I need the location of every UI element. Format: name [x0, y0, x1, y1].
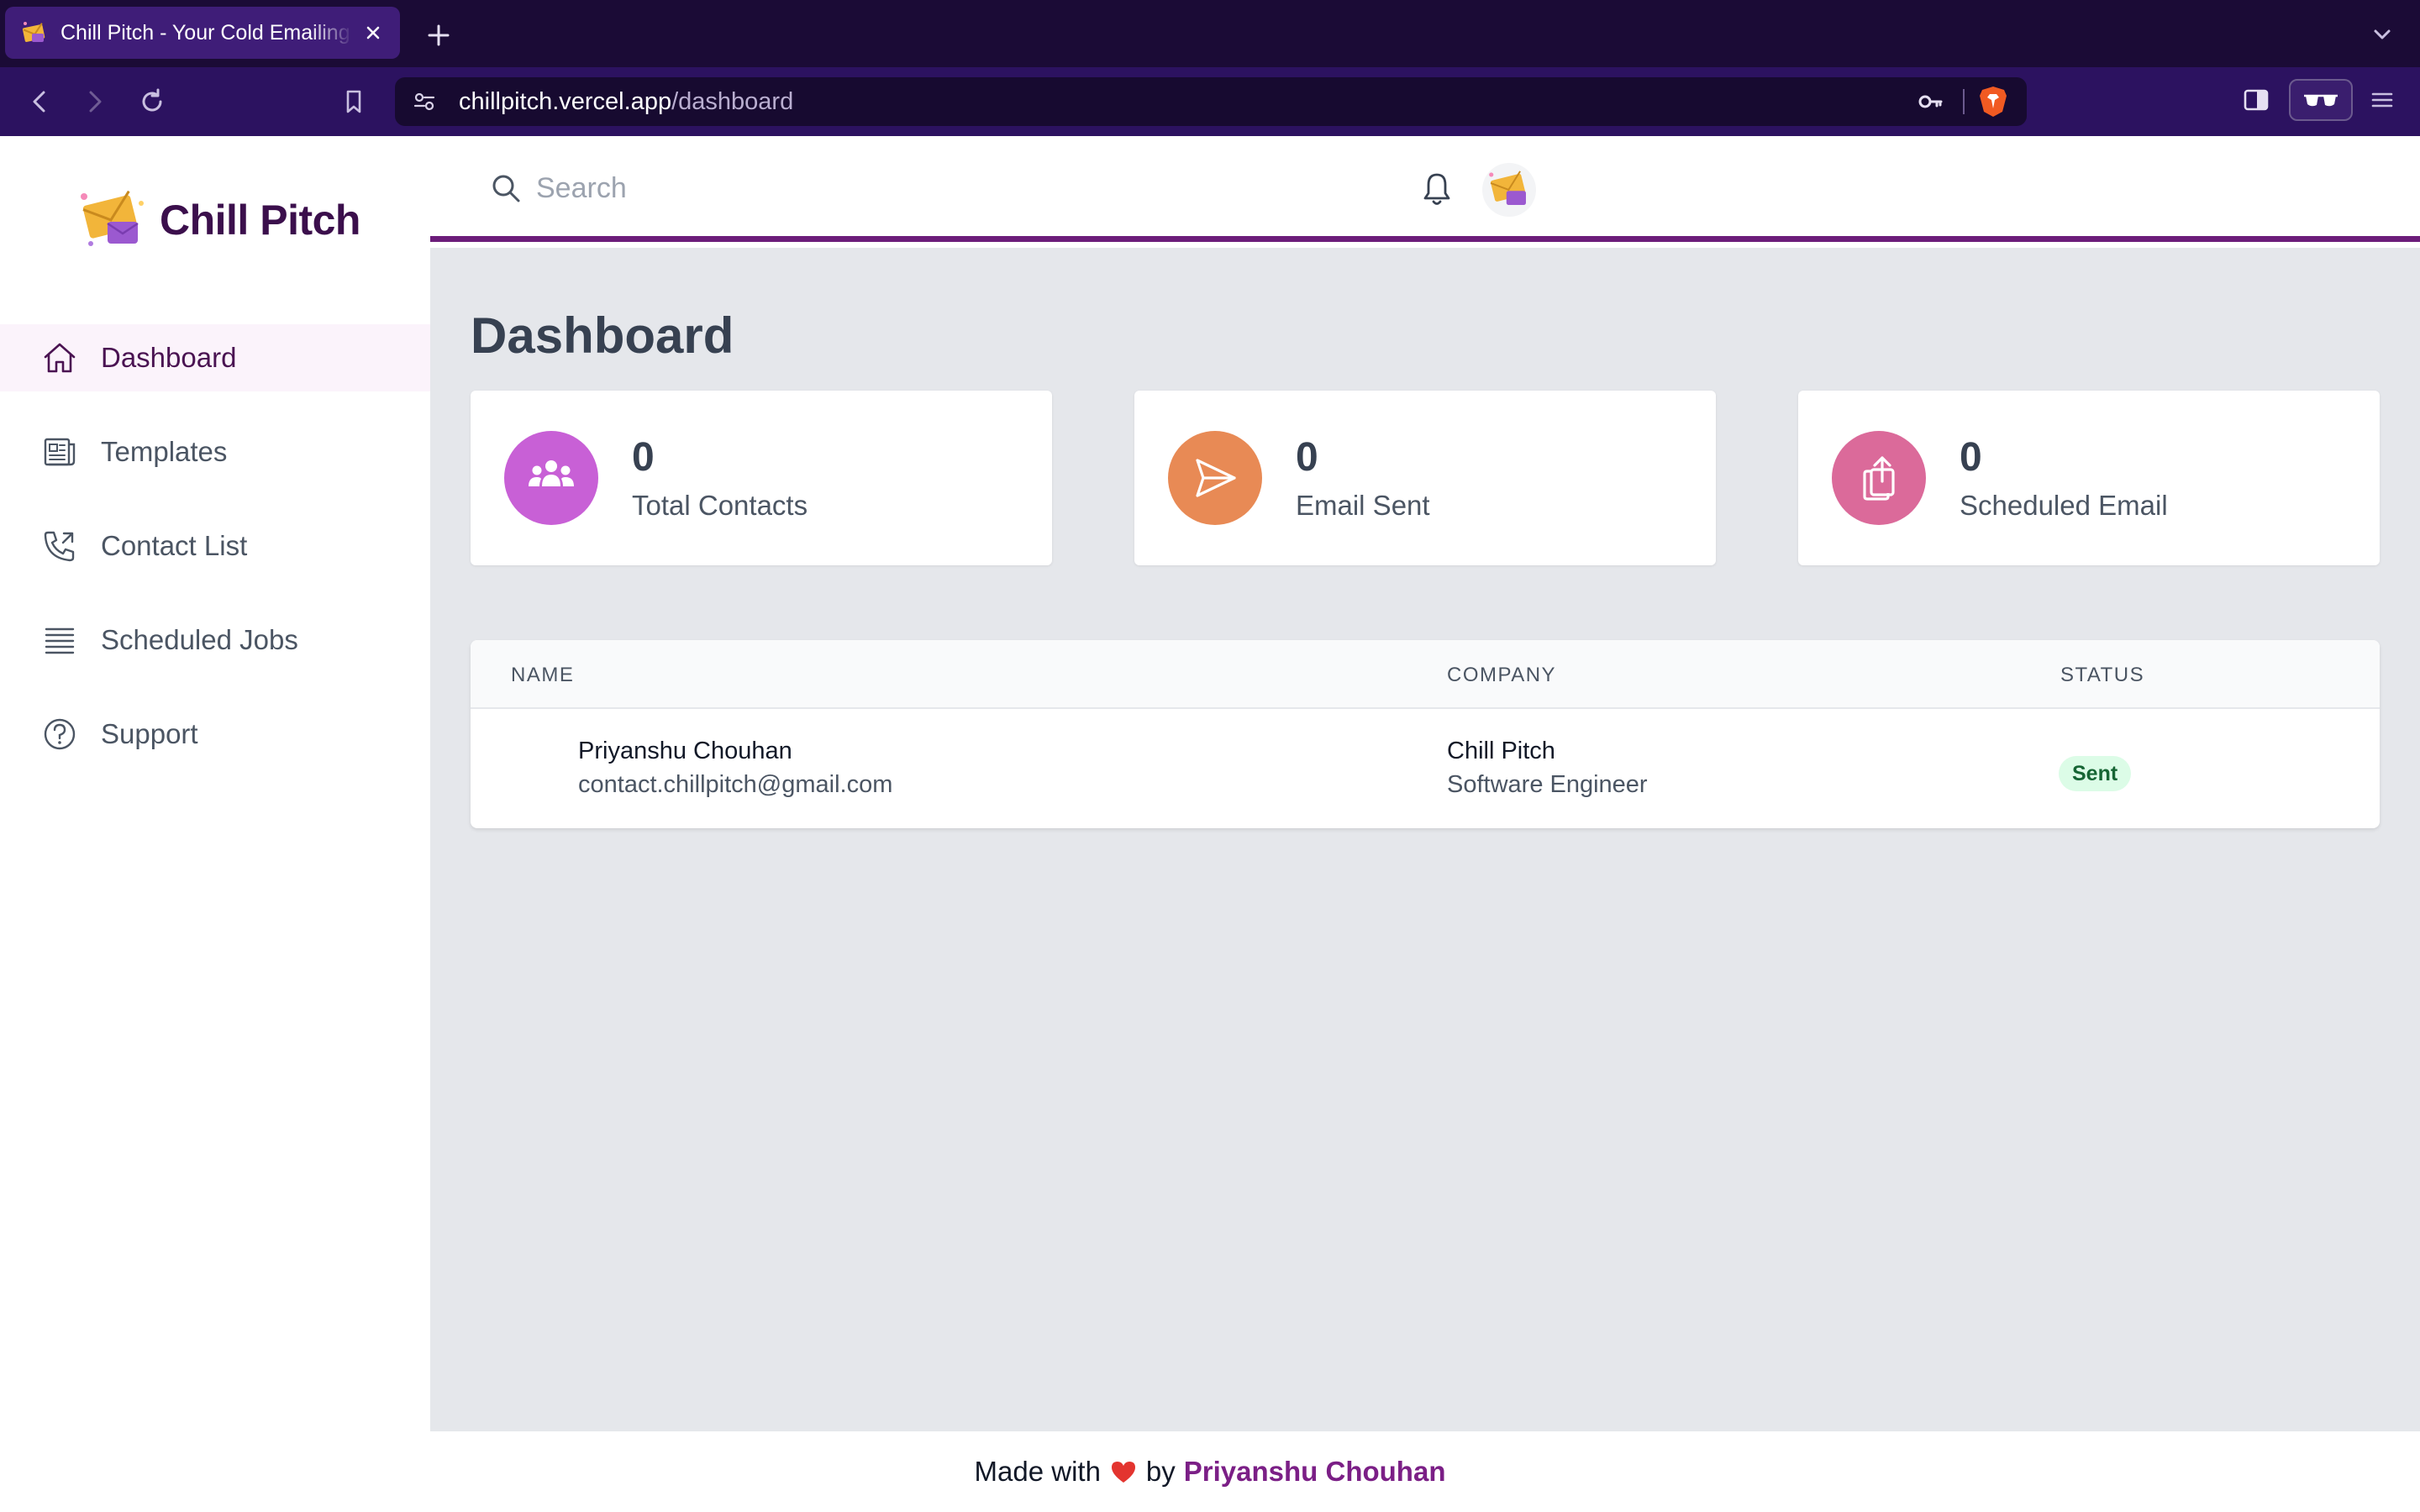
stat-icon-circle — [1832, 431, 1926, 525]
bookmark-icon[interactable] — [336, 84, 371, 119]
brand-name: Chill Pitch — [160, 197, 360, 244]
share-icon — [1863, 456, 1895, 501]
hamburger-menu-icon[interactable] — [2368, 86, 2396, 114]
home-icon — [44, 343, 76, 373]
stat-card-email-sent: 0 Email Sent — [1134, 391, 1716, 565]
contact-company: Chill Pitch — [1447, 738, 1555, 764]
app-sidebar: Chill Pitch Dashboard Templates Contact … — [0, 136, 430, 1431]
footer-author-link[interactable]: Priyanshu Chouhan — [1184, 1456, 1446, 1488]
stat-value: 0 — [1960, 435, 1982, 480]
sidebar-item-contact-list[interactable]: Contact List — [0, 512, 430, 580]
sidebar-item-label: Support — [101, 718, 198, 749]
column-header-name[interactable]: NAME — [511, 664, 574, 687]
browser-tab-active[interactable]: Chill Pitch - Your Cold Emailing Compani… — [5, 7, 400, 59]
bell-icon[interactable] — [1418, 170, 1455, 208]
stat-label: Total Contacts — [632, 490, 808, 521]
url-path: /dashboard — [671, 88, 794, 115]
sidebar-item-dashboard[interactable]: Dashboard — [0, 324, 430, 391]
heart-icon — [1111, 1462, 1135, 1483]
sidebar-item-label: Scheduled Jobs — [101, 624, 298, 655]
main-content: Dashboard 0 Total Contacts 0 Email Sent — [430, 248, 2420, 1431]
sidebar-item-label: Templates — [101, 436, 228, 467]
stat-label: Email Sent — [1296, 490, 1430, 521]
table-header: NAME COMPANY STATUS — [471, 640, 2380, 709]
sidebar-item-label: Contact List — [101, 530, 248, 561]
sidebar-panel-icon[interactable] — [2240, 84, 2272, 116]
url-host: chillpitch.vercel.app — [459, 88, 672, 115]
forward-arrow-icon[interactable] — [77, 84, 113, 119]
stat-icon-circle — [1168, 431, 1262, 525]
address-bar-divider — [1963, 89, 1965, 114]
brave-wallet-button[interactable] — [2289, 79, 2353, 121]
browser-tab-title: Chill Pitch - Your Cold Emailing Compani… — [60, 20, 353, 45]
help-circle-icon — [44, 718, 76, 750]
brand-logo[interactable]: Chill Pitch — [74, 186, 360, 254]
brave-shield-icon[interactable] — [1976, 84, 2010, 119]
search-icon — [492, 175, 520, 202]
stat-value: 0 — [632, 435, 655, 480]
address-bar[interactable]: chillpitch.vercel.app/dashboard — [395, 77, 2027, 126]
list-icon — [45, 627, 75, 654]
stat-card-total-contacts: 0 Total Contacts — [471, 391, 1052, 565]
browser-tabbar: Chill Pitch - Your Cold Emailing Compani… — [0, 0, 2420, 67]
sidebar-item-scheduled-jobs[interactable]: Scheduled Jobs — [0, 606, 430, 674]
newspaper-icon — [44, 438, 76, 466]
footer-by: by — [1145, 1456, 1176, 1487]
footer-credit: Made with by Priyanshu Chouhan — [975, 1456, 1446, 1488]
phone-icon — [44, 531, 75, 562]
chevron-down-icon[interactable] — [2368, 20, 2396, 49]
footer-prefix: Made with — [974, 1456, 1101, 1487]
key-icon[interactable] — [1916, 87, 1944, 116]
stat-card-scheduled-email: 0 Scheduled Email — [1798, 391, 2380, 565]
reload-icon[interactable] — [134, 84, 170, 119]
status-badge: Sent — [2059, 756, 2132, 791]
send-icon — [1196, 459, 1236, 497]
stat-label: Scheduled Email — [1960, 490, 2168, 521]
sidebar-item-label: Dashboard — [101, 342, 237, 373]
stat-icon-circle — [504, 431, 598, 525]
sidebar-item-support[interactable]: Support — [0, 701, 430, 768]
sidebar-item-templates[interactable]: Templates — [0, 418, 430, 486]
table-row[interactable]: Priyanshu Chouhan contact.chillpitch@gma… — [471, 711, 2380, 828]
users-icon — [529, 460, 574, 486]
new-tab-plus-icon[interactable] — [422, 18, 455, 52]
avatar[interactable] — [1482, 163, 1536, 217]
column-header-company[interactable]: COMPANY — [1447, 664, 1556, 687]
chill-pitch-logo-icon — [81, 190, 144, 246]
app-header — [430, 136, 2420, 242]
site-settings-icon[interactable] — [412, 89, 437, 114]
user-avatar-logo-icon — [1489, 171, 1526, 206]
sunglasses-icon — [2304, 94, 2338, 107]
contact-name: Priyanshu Chouhan — [578, 738, 792, 764]
url-text: chillpitch.vercel.app/dashboard — [459, 88, 793, 116]
search-input[interactable] — [536, 165, 1292, 212]
contacts-table: NAME COMPANY STATUS Priyanshu Chouhan co… — [471, 640, 2380, 828]
column-header-status[interactable]: STATUS — [2060, 664, 2144, 687]
close-icon[interactable] — [361, 21, 385, 45]
footer: Made with by Priyanshu Chouhan — [0, 1431, 2420, 1512]
contact-role: Software Engineer — [1447, 771, 1648, 798]
contact-email: contact.chillpitch@gmail.com — [578, 771, 893, 798]
chill-pitch-favicon-icon — [22, 22, 45, 42]
stat-value: 0 — [1296, 435, 1318, 480]
back-arrow-icon[interactable] — [22, 84, 57, 119]
page-title: Dashboard — [471, 307, 734, 364]
